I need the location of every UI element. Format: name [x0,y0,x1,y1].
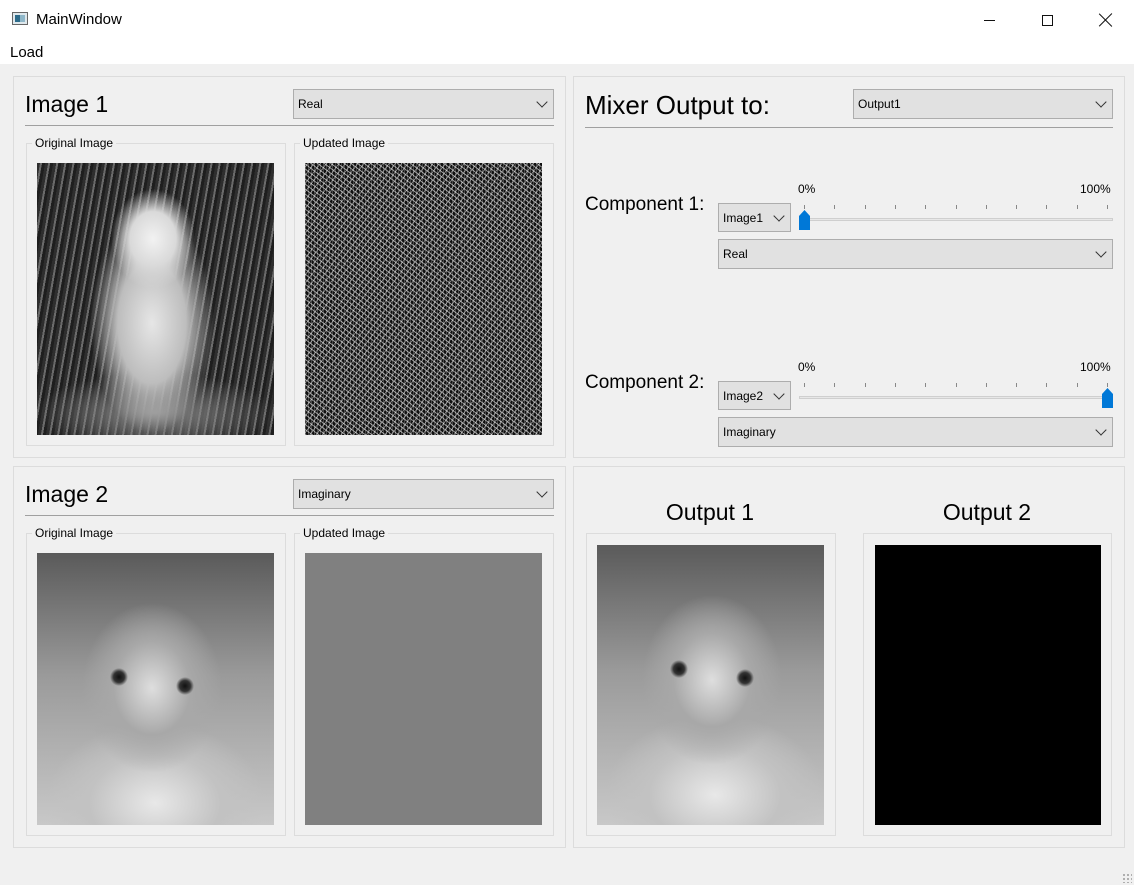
component1-source-select[interactable]: Image1 [718,203,791,232]
slider-tick [1107,383,1108,387]
image2-updated-label: Updated Image [300,526,389,540]
component1-label: Component 1: [585,194,705,215]
chevron-down-icon [1095,96,1107,108]
slider-tick [1076,205,1078,209]
component2-max-label: 100% [1080,360,1111,374]
resize-grip-icon[interactable] [1122,873,1132,883]
slider-tick [1016,383,1018,387]
mixer-output-select[interactable]: Output1 [853,89,1113,119]
component2-source-select[interactable]: Image2 [718,381,791,410]
output2-title: Output 2 [942,499,1032,525]
menu-bar [0,40,1134,64]
component1-type-value: Real [723,247,748,261]
component2-type-select[interactable]: Imaginary [718,417,1113,447]
image2-original-image [37,553,274,825]
minimize-icon [983,19,995,21]
chevron-down-icon [1095,246,1107,258]
slider-tick [985,205,987,209]
slider-tick [864,205,866,209]
minimize-button[interactable] [966,0,1012,40]
slider-tick [1107,205,1108,209]
slider-tick [1016,205,1018,209]
slider-tick [925,205,927,209]
component1-min-label: 0% [798,182,816,196]
image2-divider [25,515,554,516]
mixer-divider [585,127,1113,128]
image1-divider [25,125,554,126]
image2-title: Image 2 [25,481,109,507]
window-title: MainWindow [36,11,122,28]
slider-tick [1046,205,1048,209]
image1-original-image [37,163,274,435]
slider-tick [894,205,896,209]
component2-slider[interactable] [799,382,1113,408]
chevron-down-icon [536,96,548,108]
component1-slider-handle[interactable] [799,210,810,230]
component2-type-value: Imaginary [723,425,776,439]
component2-slider-handle[interactable] [1102,388,1113,408]
slider-tick [1046,383,1048,387]
slider-tick [925,383,927,387]
chevron-down-icon [536,486,548,498]
image1-updated-image [305,163,542,435]
image1-original-label: Original Image [32,136,117,150]
title-bar [0,0,1134,40]
image1-title: Image 1 [25,91,109,117]
component1-slider-groove [799,218,1113,221]
close-icon [1099,13,1113,27]
component1-slider[interactable] [799,204,1113,230]
component2-slider-groove [799,396,1113,399]
component1-source-value: Image1 [723,210,764,225]
image1-component-select[interactable]: Real [293,89,554,119]
maximize-button[interactable] [1024,0,1070,40]
chevron-down-icon [773,387,785,400]
component2-min-label: 0% [798,360,816,374]
mixer-output-value: Output1 [858,97,901,111]
slider-tick [834,205,836,209]
menu-load[interactable]: Load [10,44,43,61]
output2-image [875,545,1101,825]
slider-tick [1076,383,1078,387]
slider-tick [834,383,836,387]
image2-component-value: Imaginary [298,487,351,501]
component1-type-select[interactable]: Real [718,239,1113,269]
image1-component-value: Real [298,97,323,111]
mixer-title: Mixer Output to: [585,90,770,120]
component2-label: Component 2: [585,372,705,393]
image1-updated-label: Updated Image [300,136,389,150]
slider-tick [804,383,805,387]
image2-original-label: Original Image [32,526,117,540]
app-icon [12,12,28,25]
slider-tick [955,205,957,209]
slider-tick [864,383,866,387]
output1-title: Output 1 [665,499,755,525]
image2-updated-image [305,553,542,825]
close-button[interactable] [1083,0,1129,40]
output1-image [597,545,824,825]
slider-tick [955,383,957,387]
component1-max-label: 100% [1080,182,1111,196]
image2-component-select[interactable]: Imaginary [293,479,554,509]
slider-tick [804,205,805,209]
slider-tick [985,383,987,387]
chevron-down-icon [773,209,785,222]
component2-source-value: Image2 [723,388,764,403]
chevron-down-icon [1095,424,1107,436]
maximize-icon [1041,14,1053,26]
slider-tick [894,383,896,387]
